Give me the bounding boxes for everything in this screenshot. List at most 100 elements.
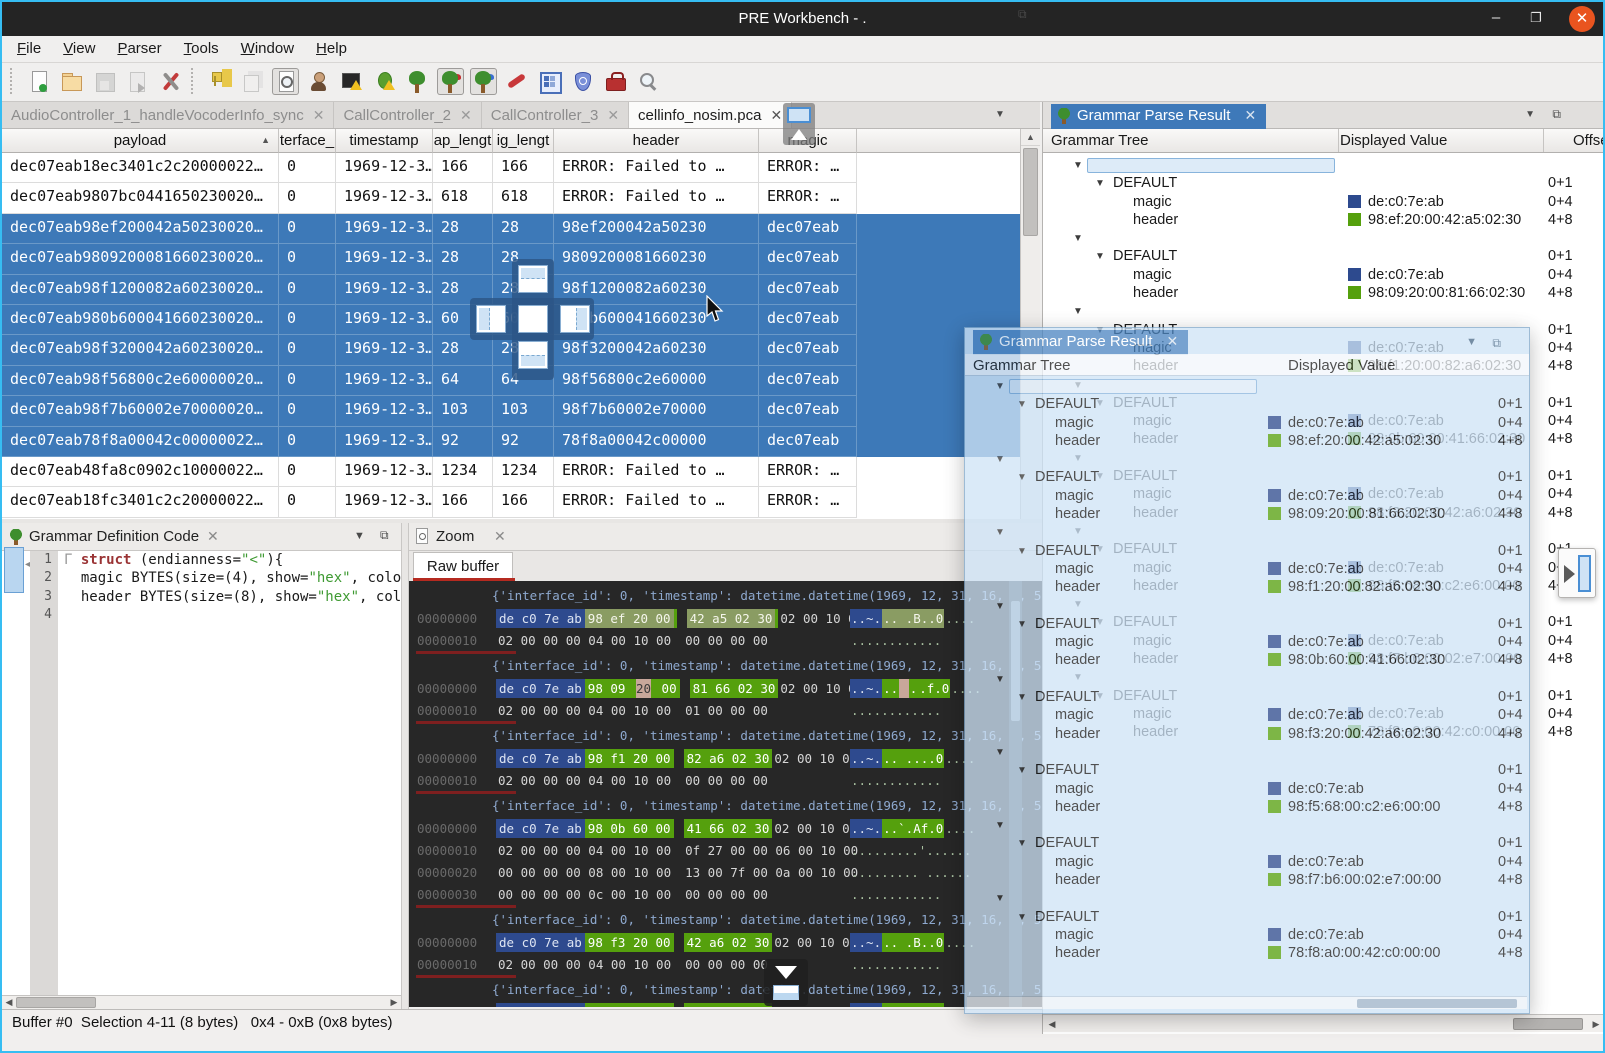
dock-bottom-indicator[interactable] (764, 959, 808, 1006)
tree-hscrollbar[interactable] (967, 996, 1527, 1009)
expand-arrow-icon[interactable]: ▼ (995, 601, 1005, 612)
close-panel-icon[interactable]: ✕ (494, 528, 506, 545)
debug-bug-icon[interactable] (371, 68, 398, 95)
tree-magic-row[interactable]: magicde:c0:7e:ab0+4 (1043, 267, 1605, 285)
tree-root-row[interactable]: ▼ (965, 817, 1529, 835)
restore-button[interactable]: ❐ (1521, 2, 1551, 36)
dock-zone-right[interactable] (560, 305, 590, 333)
table-row[interactable]: dec07eab98f7b60002e70000020…01969-12-3…1… (2, 396, 1020, 426)
tab-grammar-parse-result[interactable]: Grammar Parse Result ✕ (973, 330, 1188, 355)
table-row[interactable]: dec07eab18ec3401c2c20000022…01969-12-3…1… (2, 153, 1020, 183)
scrollbar-thumb[interactable] (16, 997, 96, 1008)
new-file-icon[interactable] (25, 68, 52, 95)
tree-magic-row[interactable]: magicde:c0:7e:ab0+4 (965, 707, 1529, 725)
tree-default-row[interactable]: ▼DEFAULT0+1 (965, 909, 1529, 927)
tree-magic-row[interactable]: magicde:c0:7e:ab0+4 (1043, 194, 1605, 212)
shield-search-icon[interactable] (569, 68, 596, 95)
tree-header-row[interactable]: header78:f8:a0:00:42:c0:00:004+8 (965, 945, 1529, 963)
tree-magic-row[interactable]: magicde:c0:7e:ab0+4 (965, 854, 1529, 872)
scroll-right-icon[interactable]: ▶ (387, 996, 401, 1009)
panel-scroll-handle[interactable] (4, 547, 24, 593)
expand-arrow-icon[interactable]: ▼ (995, 527, 1005, 538)
tab-cellinfo-nosim-pca[interactable]: cellinfo_nosim.pca✕ (629, 102, 792, 128)
tree-hscrollbar[interactable]: ◀ ▶ (1043, 1014, 1605, 1032)
scroll-left-icon[interactable]: ◀ (1045, 1017, 1059, 1031)
column-grammar-tree[interactable]: Grammar Tree (973, 357, 1071, 374)
tree-root-row[interactable]: ▼ (965, 890, 1529, 908)
expand-arrow-icon[interactable]: ▼ (1017, 619, 1027, 630)
tree-header-row[interactable]: header98:09:20:00:81:66:02:304+8 (1043, 285, 1605, 303)
hex-line[interactable]: 00000000de c0 7e ab98 09 20 0081 66 02 3… (417, 677, 1042, 699)
detach-panel-icon[interactable]: ⧉ (1552, 107, 1561, 122)
edit-grammar-icon[interactable] (437, 68, 464, 95)
column-divider[interactable] (1338, 129, 1339, 152)
expand-arrow-icon[interactable]: ▼ (995, 820, 1005, 831)
dock-top-indicator[interactable] (783, 103, 815, 145)
expand-arrow-icon[interactable]: ▼ (1095, 178, 1105, 189)
tree-magic-row[interactable]: magicde:c0:7e:ab0+4 (965, 561, 1529, 579)
scrollbar-thumb[interactable] (1513, 1018, 1583, 1030)
tree-header-row[interactable]: header98:ef:20:00:42:a5:02:304+8 (965, 433, 1529, 451)
hex-line[interactable]: 0000001002 00 00 00 04 00 10 0000 00 00 … (417, 629, 1042, 651)
close-tab-icon[interactable]: ✕ (313, 107, 325, 124)
tab-raw-buffer[interactable]: Raw buffer (413, 552, 513, 581)
table-row[interactable]: dec07eab9809200081660230020…01969-12-3…2… (2, 244, 1020, 274)
user-agent-icon[interactable] (305, 68, 332, 95)
column-header-timestamp[interactable]: timestamp (336, 129, 433, 153)
column-displayed-value[interactable]: Displayed Value (1288, 357, 1395, 374)
tree-root-row[interactable]: ▼ (1043, 230, 1605, 248)
tree-default-row[interactable]: ▼DEFAULT0+1 (965, 762, 1529, 780)
menu-file[interactable]: File (6, 36, 52, 61)
preview-document-icon[interactable] (272, 68, 299, 95)
tree-default-row[interactable]: ▼DEFAULT0+1 (965, 543, 1529, 561)
column-header-payload[interactable]: payload▲ (2, 129, 279, 153)
column-offset[interactable]: Offset (1573, 132, 1605, 149)
floating-parse-result-window[interactable]: Grammar Parse Result ✕ ▼ ⧉ Grammar Tree … (964, 327, 1530, 1014)
dock-zone-left[interactable] (476, 305, 506, 333)
column-header-header[interactable]: header (554, 129, 759, 153)
scrollbar-thumb[interactable] (1023, 148, 1038, 236)
tree-header-row[interactable]: header98:f3:20:00:42:a6:02:304+8 (965, 726, 1529, 744)
hex-line[interactable]: 0000001002 00 00 00 04 00 10 0001 00 00 … (417, 699, 1042, 721)
code-editor[interactable]: Γ struct (endianness="<"){ magic BYTES(s… (64, 551, 401, 995)
menu-parser[interactable]: Parser (106, 36, 172, 61)
expand-arrow-icon[interactable]: ▼ (995, 381, 1005, 392)
save-icon[interactable] (91, 68, 118, 95)
expand-arrow-icon[interactable]: ▼ (995, 893, 1005, 904)
tree-default-row[interactable]: ▼DEFAULT0+1 (965, 396, 1529, 414)
expand-arrow-icon[interactable]: ▼ (1017, 838, 1027, 849)
dock-zone-top[interactable] (518, 265, 548, 293)
code-hscrollbar[interactable]: ◀ ▶ (2, 995, 401, 1009)
hex-line[interactable]: 0000001002 00 00 00 04 00 10 000f 27 00 … (417, 839, 1042, 861)
tree-root-row[interactable]: ▼ (965, 744, 1529, 762)
tree-root-row[interactable]: ▼ (965, 524, 1529, 542)
copy-pages-icon[interactable] (239, 68, 266, 95)
expand-arrow-icon[interactable]: ▼ (1017, 546, 1027, 557)
scroll-left-icon[interactable]: ◀ (2, 996, 16, 1009)
dock-zone-center[interactable] (518, 305, 548, 333)
column-divider[interactable] (1543, 129, 1544, 152)
menu-tools[interactable]: Tools (173, 36, 230, 61)
column-displayed-value[interactable]: Displayed Value (1340, 132, 1447, 149)
menu-view[interactable]: View (52, 36, 106, 61)
tree-root-row[interactable]: ▼ (1043, 157, 1605, 175)
dock-right-indicator[interactable] (1558, 548, 1596, 598)
tree-magic-row[interactable]: magicde:c0:7e:ab0+4 (965, 415, 1529, 433)
dock-zone-bottom[interactable] (518, 341, 548, 369)
close-button[interactable]: ✕ (1569, 6, 1595, 32)
detach-panel-icon[interactable]: ⧉ (1492, 336, 1501, 351)
close-tab-icon[interactable]: ✕ (1245, 107, 1257, 123)
column-header-ig_lengt[interactable]: ig_lengt (493, 129, 554, 153)
tab-audiocontroller-1-handlevocoderinfo-sync[interactable]: AudioController_1_handleVocoderInfo_sync… (2, 102, 334, 128)
detach-panel-icon[interactable]: ⧉ (380, 528, 389, 543)
hex-line[interactable]: 0000003000 00 00 00 0c 00 10 0000 00 00 … (417, 883, 1042, 905)
tree-root-row[interactable]: ▼ (965, 451, 1529, 469)
column-header-ap_lengt[interactable]: ap_lengt (433, 129, 493, 153)
expand-arrow-icon[interactable]: ▼ (1073, 306, 1083, 317)
tree-root-row[interactable]: ▼ (1043, 303, 1605, 321)
expand-arrow-icon[interactable]: ▼ (1017, 399, 1027, 410)
open-folder-icon[interactable] (58, 68, 85, 95)
column-header-terface[interactable]: terface_ (279, 129, 336, 153)
hex-dump-view[interactable]: {'interface_id': 0, 'timestamp': datetim… (409, 581, 1042, 1007)
expand-arrow-icon[interactable]: ▼ (1017, 692, 1027, 703)
